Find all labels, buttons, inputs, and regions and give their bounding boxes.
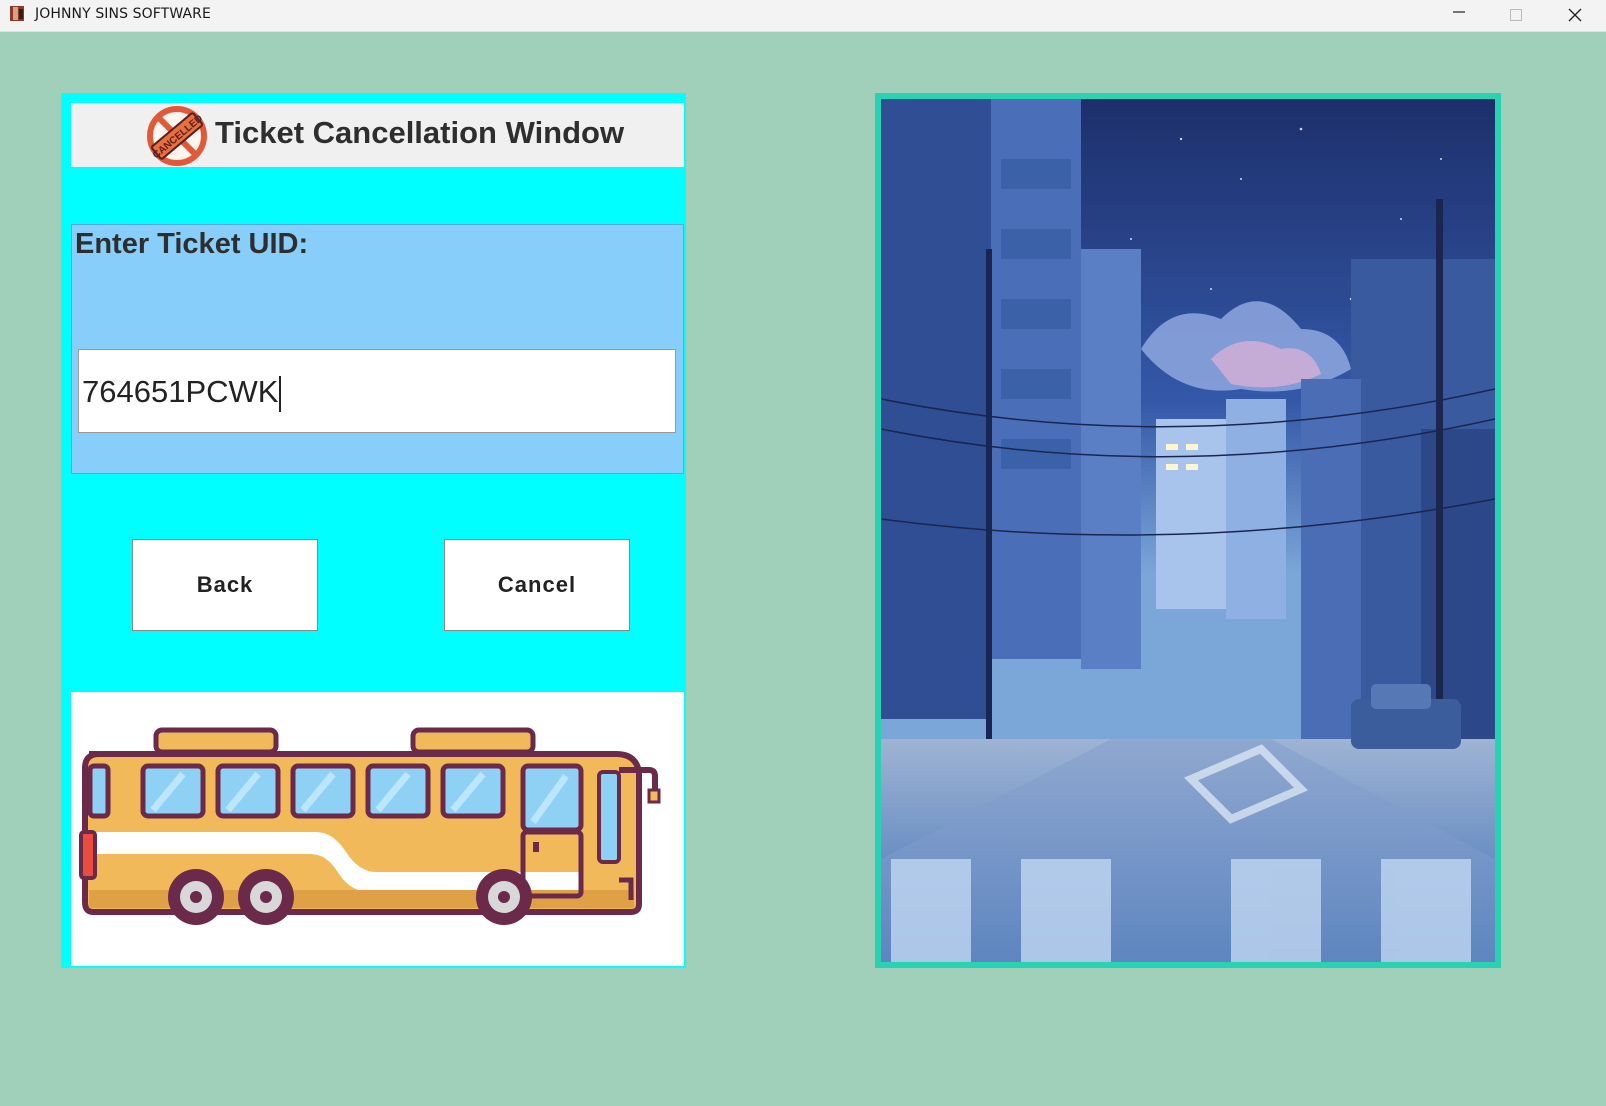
close-icon: [1568, 8, 1582, 22]
minimize-icon: [1453, 11, 1465, 13]
uid-label: Enter Ticket UID:: [75, 228, 309, 260]
panel-header: CANCELLED Ticket Cancellation Window: [71, 103, 684, 167]
window-title: JOHNNY SINS SOFTWARE: [35, 6, 211, 22]
minimize-button[interactable]: [1432, 0, 1488, 31]
ticket-uid-input[interactable]: 764651PCWK: [78, 349, 676, 433]
night-street-illustration: [875, 93, 1501, 968]
title-bar: JOHNNY SINS SOFTWARE: [0, 0, 1606, 32]
close-button[interactable]: [1548, 0, 1604, 31]
cancellation-panel: CANCELLED Ticket Cancellation Window Ent…: [61, 93, 686, 968]
maximize-icon: [1510, 9, 1522, 21]
bus-illustration: [71, 692, 684, 966]
uid-input-value: 764651PCWK: [82, 374, 279, 409]
back-button[interactable]: Back: [132, 539, 318, 631]
app-icon: [9, 4, 25, 22]
cancel-button[interactable]: Cancel: [444, 539, 630, 631]
cancelled-stamp-icon: CANCELLED: [146, 105, 208, 167]
uid-entry-box: Enter Ticket UID: 764651PCWK: [71, 224, 684, 474]
page-title: Ticket Cancellation Window: [215, 115, 625, 150]
maximize-button[interactable]: [1489, 0, 1545, 31]
text-caret: [279, 375, 282, 412]
